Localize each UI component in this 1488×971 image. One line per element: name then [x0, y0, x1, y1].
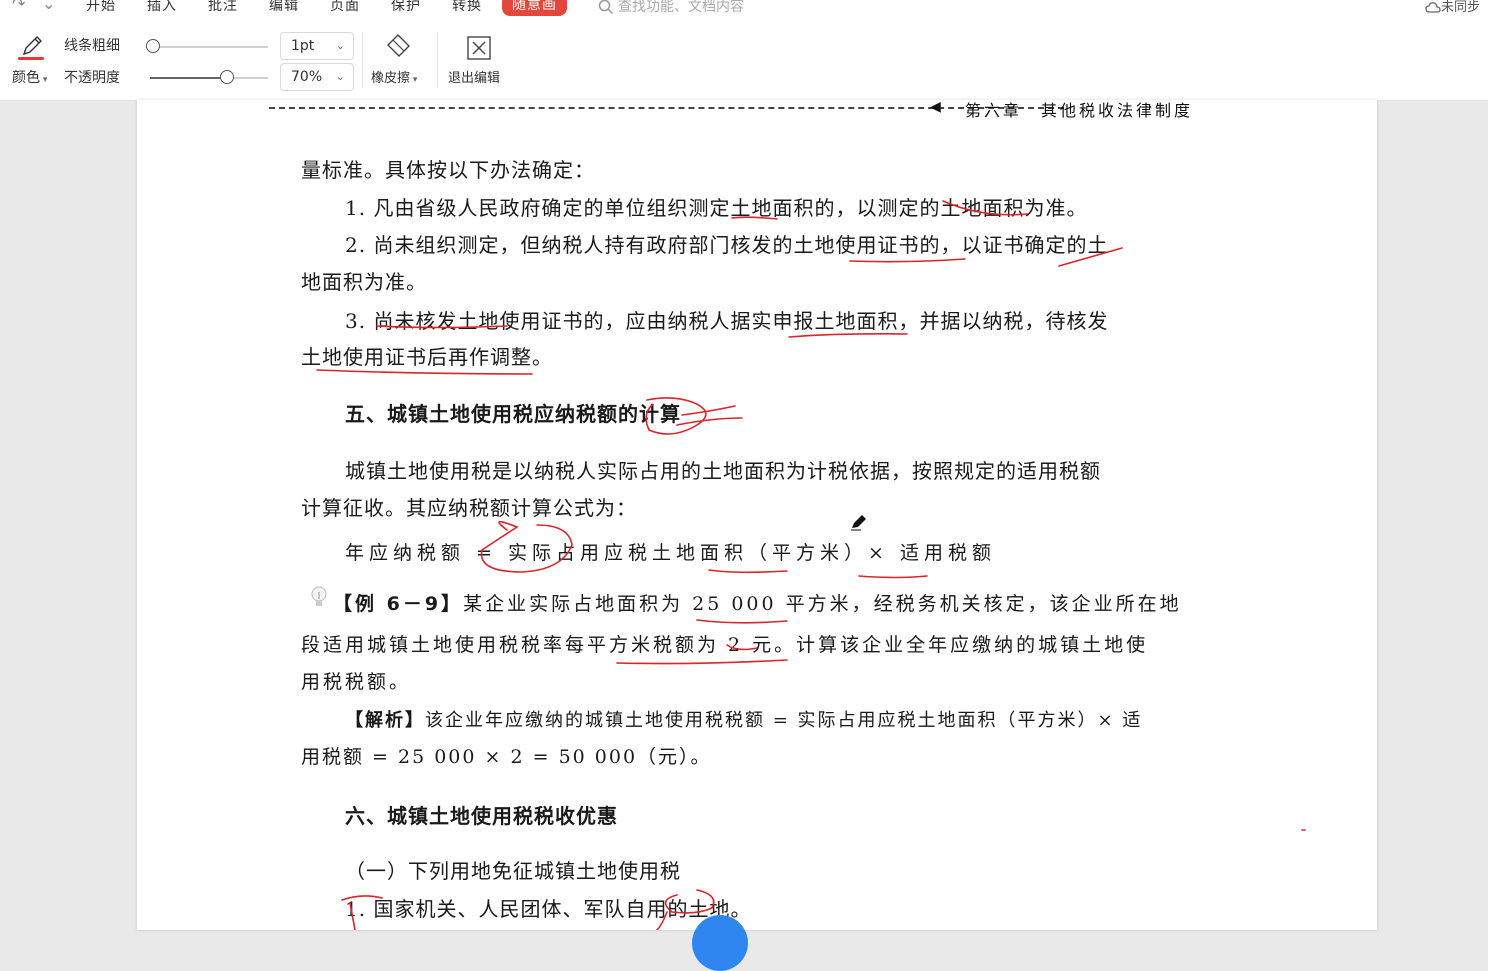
toolbar-divider: [437, 32, 438, 88]
line-width-select[interactable]: 1pt ⌄: [280, 32, 354, 60]
paragraph-line: 用税额 = 25 000 × 2 = 50 000（元）。: [301, 746, 712, 768]
example-line: 【例 6－9】某企业实际占地面积为 25 000 平方米，经税务机关核定，该企业…: [333, 589, 1182, 616]
close-box-icon: [467, 36, 491, 60]
pen-cursor-icon: [851, 515, 866, 531]
line-width-label: 线条粗细: [64, 38, 120, 54]
tab-edit[interactable]: 编辑: [269, 0, 299, 15]
paragraph-line: 计算征收。其应纳税额计算公式为：: [301, 496, 637, 520]
opacity-select[interactable]: 70% ⌄: [280, 63, 354, 91]
pen-color-button[interactable]: [18, 32, 46, 60]
caret-down-icon: ▾: [40, 75, 48, 85]
menu-bar: ↷ ⌄ 开始 插入 批注 编辑 页面 保护 转换 随意画 查找功能、文档内容 未…: [0, 0, 1488, 20]
opacity-value: 70%: [291, 69, 323, 85]
ink-underline: [858, 575, 928, 579]
color-dropdown[interactable]: 颜色 ▾: [12, 67, 47, 87]
eraser-icon: [387, 34, 410, 57]
ink-underline: [316, 369, 533, 375]
tab-page[interactable]: 页面: [330, 0, 360, 15]
search-icon: [598, 0, 614, 15]
tab-annotate[interactable]: 批注: [208, 0, 238, 15]
toolbar-divider: [362, 32, 363, 88]
paragraph-line: 段适用城镇土地使用税税率每平方米税额为 2 元。计算该企业全年应缴纳的城镇土地使: [301, 634, 1149, 656]
opacity-label: 不透明度: [64, 70, 120, 86]
ink-underline: [708, 569, 788, 574]
eraser-label: 橡皮擦: [371, 71, 411, 86]
ink-underline: [616, 659, 788, 665]
opacity-slider-fill: [150, 77, 222, 79]
chevron-down-icon: ⌄: [335, 70, 345, 83]
lightbulb-icon: [311, 586, 327, 606]
paragraph-line: 1. 国家机关、人民团体、军队自用的土地。: [345, 897, 752, 921]
header-arrow-icon: ◀: [930, 99, 941, 115]
chapter-header: 第六章 其他税收法律制度: [965, 101, 1194, 120]
paragraph-line: 3. 尚未核发土地使用证书的，应由纳税人据实申报土地面积，并据以纳税，待核发: [345, 309, 1109, 333]
tab-protect[interactable]: 保护: [391, 0, 421, 15]
paragraph-line: 城镇土地使用税是以纳税人实际占用的土地面积为计税依据，按照规定的适用税额: [345, 459, 1101, 483]
floating-action-button[interactable]: [692, 915, 748, 971]
line-width-value: 1pt: [291, 38, 315, 54]
example-tag: 【例 6－9】: [333, 593, 464, 615]
ink-underline: [788, 333, 908, 338]
ink-underline: [696, 619, 788, 624]
paragraph-line: 地面积为准。: [301, 270, 427, 294]
document-page[interactable]: ◀ 第六章 其他税收法律制度 量标准。具体按以下办法确定： 1. 凡由省级人民政…: [137, 99, 1377, 971]
section-heading: 五、城镇土地使用税应纳税额的计算: [345, 402, 681, 426]
line-width-slider[interactable]: [146, 39, 268, 53]
section-heading: 六、城镇土地使用税税收优惠: [345, 804, 618, 828]
cloud-sync-icon: [1425, 1, 1441, 13]
exit-edit-button[interactable]: [466, 35, 492, 65]
analysis-line: 【解析】该企业年应缴纳的城镇土地使用税税额 = 实际占用应税土地面积（平方米）×…: [345, 706, 1142, 732]
paragraph-line: 1. 凡由省级人民政府确定的单位组织测定土地面积的，以测定的土地面积为准。: [345, 196, 1088, 220]
sync-status[interactable]: 未同步: [1425, 0, 1480, 15]
search-placeholder: 查找功能、文档内容: [618, 0, 744, 15]
paragraph-line: 量标准。具体按以下办法确定：: [301, 158, 595, 182]
ink-underline: [849, 258, 966, 263]
redo-icon[interactable]: ↷: [12, 0, 25, 13]
draw-toolbar: 颜色 ▾ 线条粗细 不透明度 1pt ⌄ 70% ⌄ 橡皮擦 ▾ 退出编辑: [0, 20, 1488, 101]
opacity-slider[interactable]: [150, 70, 268, 84]
quick-access-chevron-icon[interactable]: ⌄: [42, 0, 55, 13]
eraser-button[interactable]: [378, 32, 418, 64]
tab-start[interactable]: 开始: [86, 0, 116, 15]
paragraph-line: 用税税额。: [301, 671, 412, 693]
formula-line: 年应纳税额 = 实际占用应税土地面积（平方米）× 适用税额: [345, 542, 996, 564]
pen-icon: [22, 36, 42, 56]
color-label: 颜色: [12, 70, 40, 86]
header-dashed-rule: [269, 107, 1064, 109]
paragraph-line: 2. 尚未组织测定，但纳税人持有政府部门核发的土地使用证书的，以证书确定的土: [345, 233, 1109, 257]
analysis-tag: 【解析】: [345, 710, 425, 731]
analysis-text: 该企业年应缴纳的城镇土地使用税税额 = 实际占用应税土地面积（平方米）× 适: [425, 710, 1143, 731]
tab-insert[interactable]: 插入: [147, 0, 177, 15]
exit-edit-label[interactable]: 退出编辑: [448, 67, 500, 86]
eraser-dropdown[interactable]: 橡皮擦 ▾: [371, 67, 417, 86]
caret-down-icon: ▾: [410, 75, 418, 85]
opacity-slider-knob[interactable]: [220, 70, 234, 84]
paragraph-line: （一）下列用地免征城镇土地使用税: [345, 859, 681, 883]
line-width-slider-knob[interactable]: [146, 39, 160, 53]
tab-freehand-draw[interactable]: 随意画: [502, 0, 567, 16]
search-box[interactable]: 查找功能、文档内容: [598, 0, 744, 16]
tab-convert[interactable]: 转换: [452, 0, 482, 15]
sync-status-label: 未同步: [1441, 0, 1481, 15]
example-text: 某企业实际占地面积为 25 000 平方米，经税务机关核定，该企业所在地: [463, 593, 1182, 615]
paragraph-line: 土地使用证书后再作调整。: [301, 345, 553, 369]
current-color-swatch: [18, 57, 44, 60]
chevron-down-icon: ⌄: [335, 39, 345, 52]
